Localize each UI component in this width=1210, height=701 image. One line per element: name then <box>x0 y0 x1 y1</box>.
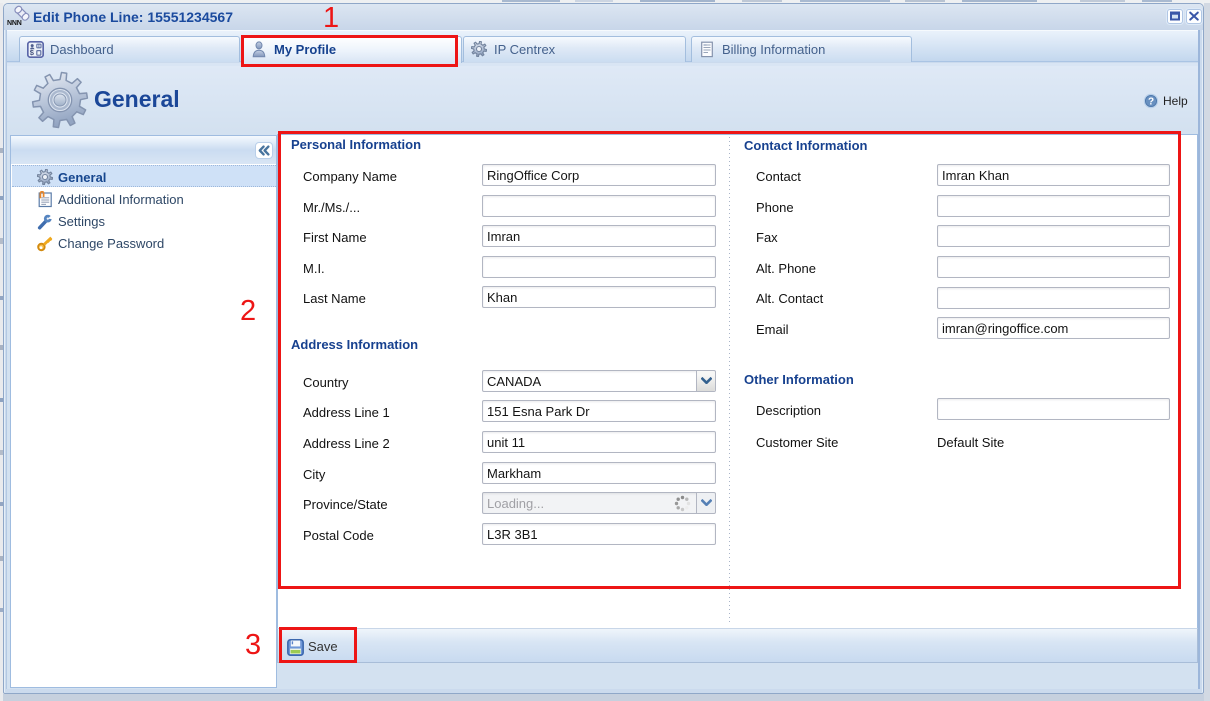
svg-text:?: ? <box>1148 97 1154 108</box>
